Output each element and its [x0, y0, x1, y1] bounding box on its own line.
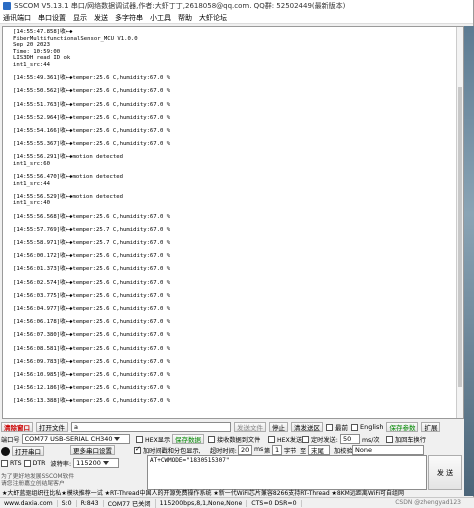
open-port-row: 打开串口 — [1, 446, 44, 456]
rts-dtr-row: RTS DTR 波特率: 115200 — [1, 458, 120, 468]
open-file-button[interactable]: 打开文件 — [36, 422, 68, 432]
menu-send[interactable]: 发送 — [94, 13, 108, 23]
interval-input[interactable]: 50 — [340, 434, 360, 444]
port-status-indicator-icon — [1, 446, 10, 456]
checksum-select[interactable]: None — [352, 445, 424, 455]
interval-unit: ms/次 — [362, 437, 380, 444]
english-label: English — [360, 423, 384, 431]
open-port-button[interactable]: 打开串口 — [12, 446, 44, 456]
hex-send-label: HEX发送 — [277, 437, 303, 444]
chevron-down-icon — [114, 437, 121, 441]
menu-display[interactable]: 显示 — [73, 13, 87, 23]
hex-send-option[interactable]: HEX发送 — [268, 435, 302, 444]
hint-line-2: 请您注册嘉立创结尾客户 — [1, 481, 65, 487]
promo-ticker[interactable]: ★大虾蓝驱组织往比私★模块推荐一试 ★RT-Thread中国人的开源免费操作系统… — [0, 488, 464, 497]
status-port: COM77 已关闭 — [104, 498, 156, 508]
file-path-input[interactable]: a — [71, 422, 231, 432]
hex-display-checkbox[interactable] — [136, 436, 143, 443]
menu-forum[interactable]: 大虾论坛 — [199, 13, 227, 23]
status-sent: S:0 — [58, 499, 77, 507]
menu-help[interactable]: 帮助 — [178, 13, 192, 23]
stop-button[interactable]: 停止 — [269, 422, 288, 432]
settings-panel: 端口号 COM77 USB-SERIAL CH340 HEX显示 保存数据 接收… — [0, 433, 464, 496]
receive-area[interactable]: [14:55:47.858]收←◆ FiberMultifunctionalSe… — [2, 26, 464, 419]
baud-select[interactable]: 115200 — [73, 458, 120, 468]
add-crlf-label: 加回车换行 — [395, 437, 426, 444]
byte-label: 第 — [264, 448, 271, 455]
byte-input[interactable]: 1 — [272, 445, 282, 455]
baud-label: 波特率: — [50, 460, 72, 468]
checksum-label: 加校验 — [334, 448, 353, 455]
send-file-button[interactable]: 发送文件 — [234, 422, 266, 432]
send-button[interactable]: 发 送 — [428, 455, 462, 490]
rts-checkbox[interactable] — [1, 459, 8, 467]
recv-to-file-option[interactable]: 接收数据到文件 — [208, 435, 260, 444]
menu-multi-string[interactable]: 多字符串 — [115, 13, 143, 23]
clear-window-button[interactable]: 清除窗口 — [1, 422, 33, 432]
topmost-option[interactable]: 最前 — [326, 422, 348, 432]
english-option[interactable]: English — [351, 423, 383, 431]
hex-send-checkbox[interactable] — [268, 436, 275, 443]
english-checkbox[interactable] — [351, 423, 358, 431]
menu-tools[interactable]: 小工具 — [150, 13, 171, 23]
checksum-value: None — [355, 446, 372, 454]
port-select[interactable]: COM77 USB-SERIAL CH340 — [21, 434, 130, 444]
more-settings-button[interactable]: 更多串口设置 — [70, 445, 115, 455]
topmost-label: 最前 — [335, 424, 348, 432]
desktop-background — [464, 26, 474, 496]
receive-text: [14:55:47.858]收←◆ FiberMultifunctionalSe… — [13, 29, 171, 405]
receive-scrollbar[interactable] — [456, 27, 463, 418]
add-timestamp-checkbox[interactable] — [134, 445, 141, 454]
hex-display-label: HEX显示 — [145, 437, 171, 444]
to-label: 至 — [300, 448, 307, 455]
to-select[interactable]: 末尾 — [308, 445, 330, 455]
scrollbar-thumb[interactable] — [458, 87, 462, 387]
file-toolbar: 清除窗口 打开文件 a 发送文件 停止 清发送区 最前 English 保存参数… — [0, 421, 464, 433]
clear-send-button[interactable]: 清发送区 — [291, 422, 323, 432]
port-value: COM77 USB-SERIAL CH340 — [24, 435, 113, 443]
title-bar: SSCOM V5.13.1 串口/网络数据调试器,作者:大虾丁丁,2618058… — [0, 0, 473, 12]
save-data-button[interactable]: 保存数据 — [172, 434, 204, 444]
hex-display-option[interactable]: HEX显示 — [136, 435, 170, 444]
recv-to-file-label: 接收数据到文件 — [217, 437, 261, 444]
timeout-unit: ms — [254, 446, 264, 453]
add-crlf-option[interactable]: 加回车换行 — [386, 435, 426, 444]
status-website[interactable]: www.daxia.com — [0, 499, 58, 507]
status-params: 115200bps,8,1,None,None — [156, 499, 248, 507]
save-params-button[interactable]: 保存参数 — [386, 422, 419, 432]
timed-send-option[interactable]: 定时发送: — [302, 435, 338, 444]
topmost-checkbox[interactable] — [326, 423, 333, 431]
add-crlf-checkbox[interactable] — [386, 436, 393, 443]
port-row: 端口号 COM77 USB-SERIAL CH340 — [1, 434, 130, 444]
timeout-input[interactable]: 20 — [238, 445, 252, 455]
sscom-window: SSCOM V5.13.1 串口/网络数据调试器,作者:大虾丁丁,2618058… — [0, 0, 474, 508]
dtr-checkbox[interactable] — [23, 459, 31, 467]
watermark: CSDN @zhengyad123 — [395, 499, 461, 506]
status-cts: CTS=0 DSR=0 — [247, 499, 302, 507]
add-timestamp-label: 加时间戳和分包显示, — [143, 448, 201, 455]
chevron-down-icon — [102, 461, 109, 465]
byte-unit: 字节 — [284, 448, 297, 455]
menu-serial-settings[interactable]: 串口设置 — [38, 13, 66, 23]
recv-to-file-checkbox[interactable] — [208, 436, 215, 443]
timeout-label: 超时时间: — [210, 448, 237, 455]
app-icon — [3, 2, 11, 10]
rts-label: RTS — [10, 459, 22, 467]
port-label: 端口号 — [1, 436, 20, 444]
menu-port[interactable]: 通讯端口 — [3, 13, 31, 23]
status-received: R:843 — [77, 499, 104, 507]
dtr-label: DTR — [32, 459, 46, 467]
menu-bar: 通讯端口 串口设置 显示 发送 多字符串 小工具 帮助 大虾论坛 — [0, 12, 473, 24]
baud-value: 115200 — [76, 459, 101, 467]
add-timestamp-option[interactable]: 加时间戳和分包显示, — [134, 445, 201, 455]
send-input[interactable]: AT+CWMODE="1830515307" — [147, 455, 427, 490]
window-title: SSCOM V5.13.1 串口/网络数据调试器,作者:大虾丁丁,2618058… — [14, 2, 346, 10]
timed-send-checkbox[interactable] — [302, 436, 309, 443]
timed-send-label: 定时发送: — [311, 437, 338, 444]
expand-button[interactable]: 扩展 — [421, 422, 441, 432]
